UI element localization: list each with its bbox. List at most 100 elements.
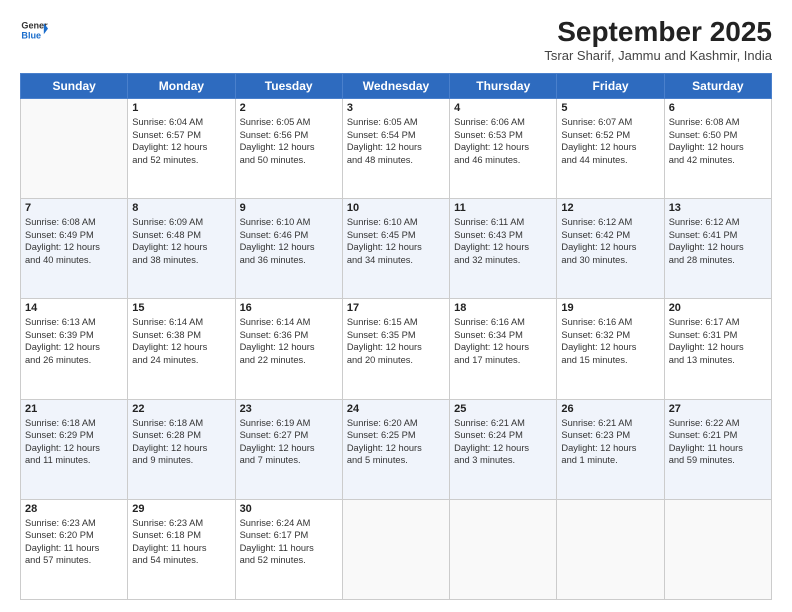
day-number: 20 bbox=[669, 302, 767, 314]
calendar-cell: 28Sunrise: 6:23 AMSunset: 6:20 PMDayligh… bbox=[21, 499, 128, 599]
header: General Blue September 2025 Tsrar Sharif… bbox=[20, 16, 772, 63]
cell-info-line: Sunset: 6:56 PM bbox=[240, 129, 338, 142]
day-number: 12 bbox=[561, 202, 659, 214]
cell-info-line: and 5 minutes. bbox=[347, 454, 445, 467]
calendar-week-row: 7Sunrise: 6:08 AMSunset: 6:49 PMDaylight… bbox=[21, 199, 772, 299]
day-number: 21 bbox=[25, 403, 123, 415]
cell-info-line: Sunset: 6:43 PM bbox=[454, 229, 552, 242]
cell-info-line: Sunset: 6:52 PM bbox=[561, 129, 659, 142]
cell-info-line: and 24 minutes. bbox=[132, 354, 230, 367]
calendar-week-row: 28Sunrise: 6:23 AMSunset: 6:20 PMDayligh… bbox=[21, 499, 772, 599]
calendar-cell: 22Sunrise: 6:18 AMSunset: 6:28 PMDayligh… bbox=[128, 399, 235, 499]
cell-info-line: Sunset: 6:21 PM bbox=[669, 429, 767, 442]
cell-info-line: Sunrise: 6:23 AM bbox=[132, 517, 230, 530]
day-number: 25 bbox=[454, 403, 552, 415]
calendar-cell: 27Sunrise: 6:22 AMSunset: 6:21 PMDayligh… bbox=[664, 399, 771, 499]
cell-info-line: Daylight: 12 hours bbox=[347, 341, 445, 354]
cell-info-line: Sunrise: 6:18 AM bbox=[132, 417, 230, 430]
cell-info-line: and 57 minutes. bbox=[25, 554, 123, 567]
calendar-cell: 29Sunrise: 6:23 AMSunset: 6:18 PMDayligh… bbox=[128, 499, 235, 599]
cell-info-line: Sunset: 6:32 PM bbox=[561, 329, 659, 342]
cell-info-line: Sunrise: 6:12 AM bbox=[669, 216, 767, 229]
cell-info-line: Sunrise: 6:20 AM bbox=[347, 417, 445, 430]
cell-info-line: Sunset: 6:18 PM bbox=[132, 529, 230, 542]
cell-info-line: and 9 minutes. bbox=[132, 454, 230, 467]
day-number: 5 bbox=[561, 102, 659, 114]
cell-info-line: and 15 minutes. bbox=[561, 354, 659, 367]
month-title: September 2025 bbox=[544, 16, 772, 48]
cell-info-line: Daylight: 12 hours bbox=[240, 442, 338, 455]
day-number: 22 bbox=[132, 403, 230, 415]
day-number: 13 bbox=[669, 202, 767, 214]
calendar-cell: 6Sunrise: 6:08 AMSunset: 6:50 PMDaylight… bbox=[664, 99, 771, 199]
cell-info-line: and 36 minutes. bbox=[240, 254, 338, 267]
cell-info-line: Daylight: 12 hours bbox=[240, 341, 338, 354]
day-number: 8 bbox=[132, 202, 230, 214]
cell-info-line: Daylight: 12 hours bbox=[132, 241, 230, 254]
cell-info-line: Sunrise: 6:22 AM bbox=[669, 417, 767, 430]
cell-info-line: and 17 minutes. bbox=[454, 354, 552, 367]
day-number: 2 bbox=[240, 102, 338, 114]
calendar-cell: 15Sunrise: 6:14 AMSunset: 6:38 PMDayligh… bbox=[128, 299, 235, 399]
day-number: 28 bbox=[25, 503, 123, 515]
cell-info-line: Sunset: 6:48 PM bbox=[132, 229, 230, 242]
header-friday: Friday bbox=[557, 74, 664, 99]
calendar-cell: 19Sunrise: 6:16 AMSunset: 6:32 PMDayligh… bbox=[557, 299, 664, 399]
cell-info-line: Sunrise: 6:08 AM bbox=[669, 116, 767, 129]
day-number: 15 bbox=[132, 302, 230, 314]
cell-info-line: and 26 minutes. bbox=[25, 354, 123, 367]
cell-info-line: and 52 minutes. bbox=[132, 154, 230, 167]
day-number: 3 bbox=[347, 102, 445, 114]
cell-info-line: Sunrise: 6:04 AM bbox=[132, 116, 230, 129]
header-saturday: Saturday bbox=[664, 74, 771, 99]
cell-info-line: Daylight: 12 hours bbox=[240, 141, 338, 154]
cell-info-line: and 38 minutes. bbox=[132, 254, 230, 267]
cell-info-line: and 50 minutes. bbox=[240, 154, 338, 167]
calendar-cell: 25Sunrise: 6:21 AMSunset: 6:24 PMDayligh… bbox=[450, 399, 557, 499]
cell-info-line: and 40 minutes. bbox=[25, 254, 123, 267]
cell-info-line: and 28 minutes. bbox=[669, 254, 767, 267]
calendar-table: SundayMondayTuesdayWednesdayThursdayFrid… bbox=[20, 73, 772, 600]
cell-info-line: Sunset: 6:38 PM bbox=[132, 329, 230, 342]
header-tuesday: Tuesday bbox=[235, 74, 342, 99]
calendar-week-row: 21Sunrise: 6:18 AMSunset: 6:29 PMDayligh… bbox=[21, 399, 772, 499]
cell-info-line: Sunrise: 6:07 AM bbox=[561, 116, 659, 129]
calendar-cell bbox=[557, 499, 664, 599]
cell-info-line: Sunset: 6:36 PM bbox=[240, 329, 338, 342]
cell-info-line: Sunset: 6:46 PM bbox=[240, 229, 338, 242]
calendar-cell: 17Sunrise: 6:15 AMSunset: 6:35 PMDayligh… bbox=[342, 299, 449, 399]
cell-info-line: Daylight: 12 hours bbox=[347, 141, 445, 154]
day-number: 4 bbox=[454, 102, 552, 114]
cell-info-line: Daylight: 12 hours bbox=[132, 141, 230, 154]
day-number: 16 bbox=[240, 302, 338, 314]
cell-info-line: Sunrise: 6:21 AM bbox=[454, 417, 552, 430]
calendar-cell bbox=[450, 499, 557, 599]
cell-info-line: Sunrise: 6:23 AM bbox=[25, 517, 123, 530]
day-number: 1 bbox=[132, 102, 230, 114]
cell-info-line: Sunrise: 6:17 AM bbox=[669, 316, 767, 329]
cell-info-line: and 1 minute. bbox=[561, 454, 659, 467]
cell-info-line: Daylight: 12 hours bbox=[132, 341, 230, 354]
cell-info-line: Sunrise: 6:05 AM bbox=[347, 116, 445, 129]
cell-info-line: and 52 minutes. bbox=[240, 554, 338, 567]
cell-info-line: and 11 minutes. bbox=[25, 454, 123, 467]
cell-info-line: Daylight: 12 hours bbox=[669, 141, 767, 154]
cell-info-line: Daylight: 12 hours bbox=[454, 241, 552, 254]
cell-info-line: Daylight: 11 hours bbox=[132, 542, 230, 555]
cell-info-line: Daylight: 12 hours bbox=[561, 442, 659, 455]
cell-info-line: Sunrise: 6:14 AM bbox=[240, 316, 338, 329]
cell-info-line: and 46 minutes. bbox=[454, 154, 552, 167]
day-number: 24 bbox=[347, 403, 445, 415]
cell-info-line: Daylight: 12 hours bbox=[454, 442, 552, 455]
calendar-cell: 4Sunrise: 6:06 AMSunset: 6:53 PMDaylight… bbox=[450, 99, 557, 199]
calendar-week-row: 1Sunrise: 6:04 AMSunset: 6:57 PMDaylight… bbox=[21, 99, 772, 199]
cell-info-line: and 30 minutes. bbox=[561, 254, 659, 267]
cell-info-line: and 42 minutes. bbox=[669, 154, 767, 167]
cell-info-line: Sunrise: 6:10 AM bbox=[347, 216, 445, 229]
cell-info-line: Daylight: 12 hours bbox=[25, 442, 123, 455]
cell-info-line: and 3 minutes. bbox=[454, 454, 552, 467]
calendar-cell: 23Sunrise: 6:19 AMSunset: 6:27 PMDayligh… bbox=[235, 399, 342, 499]
cell-info-line: and 20 minutes. bbox=[347, 354, 445, 367]
calendar-cell: 24Sunrise: 6:20 AMSunset: 6:25 PMDayligh… bbox=[342, 399, 449, 499]
cell-info-line: Sunrise: 6:15 AM bbox=[347, 316, 445, 329]
